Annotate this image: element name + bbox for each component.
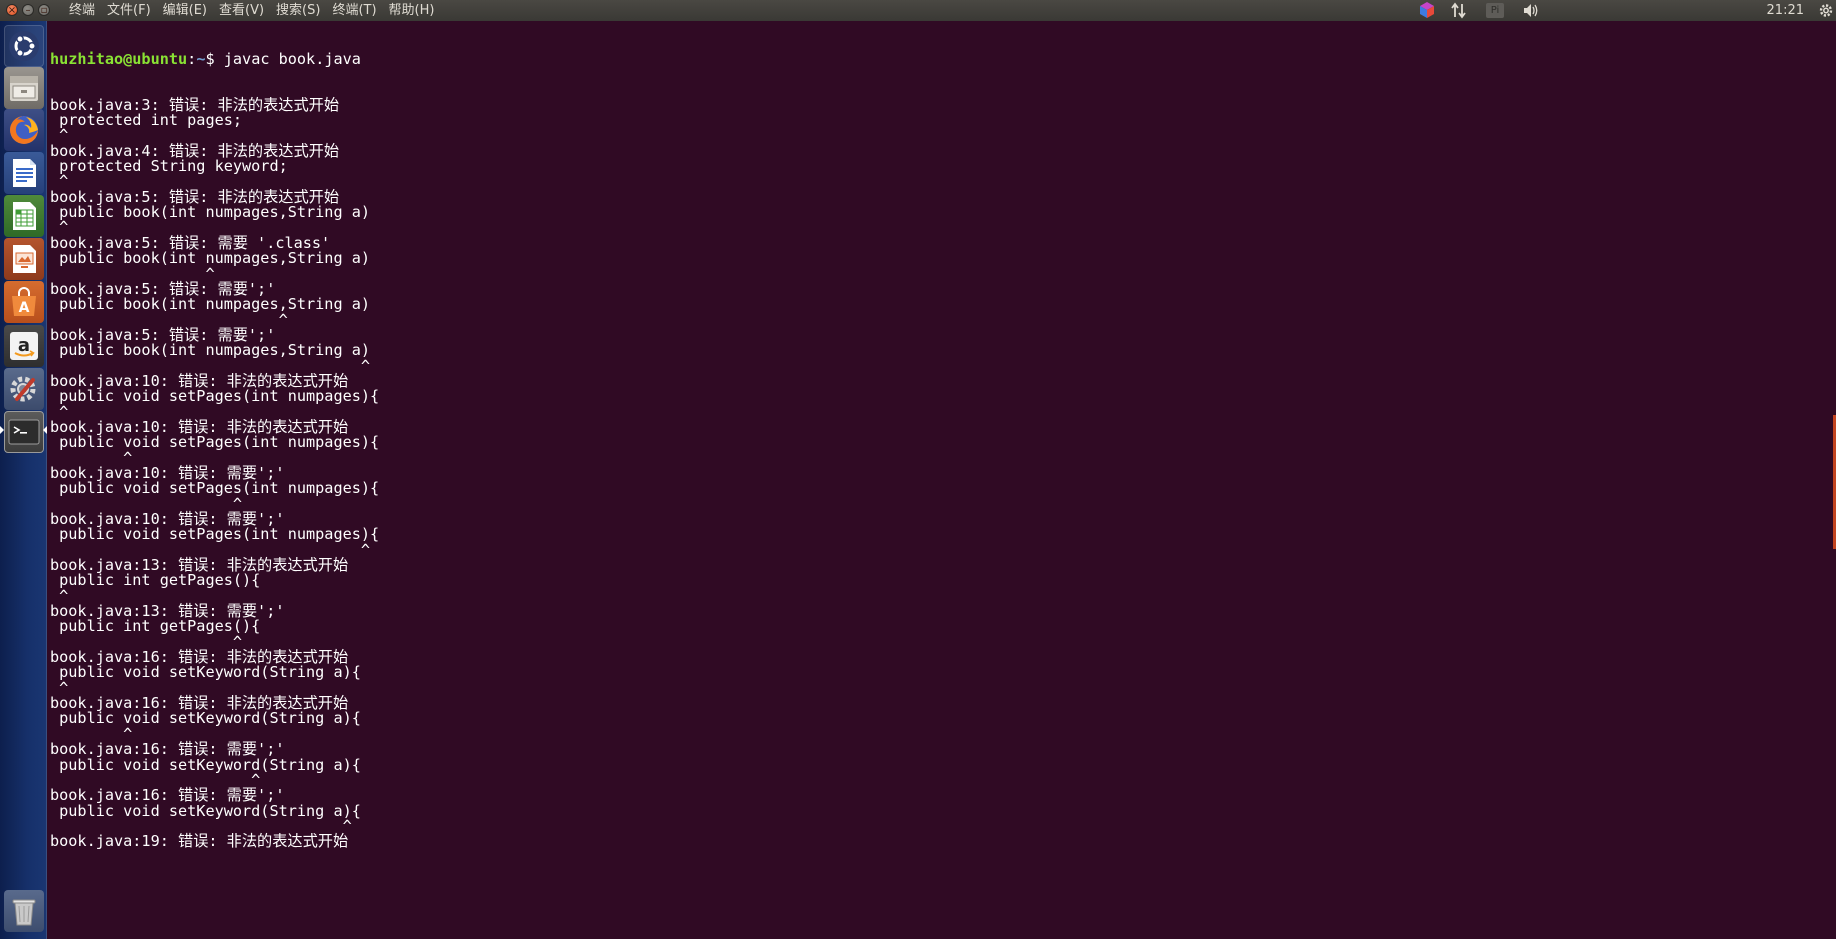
- terminal-output-line: public void setKeyword(String a){: [50, 663, 361, 682]
- prompt-command: javac book.java: [214, 49, 361, 68]
- launcher-item-impress[interactable]: [4, 238, 44, 280]
- maximize-icon: ▫: [40, 5, 48, 16]
- menu-edit[interactable]: 编辑(E): [157, 0, 213, 21]
- firefox-icon: [10, 116, 38, 144]
- menu-file[interactable]: 文件(F): [101, 0, 157, 21]
- launcher-item-dash[interactable]: [4, 25, 44, 67]
- amazon-icon: a: [10, 332, 38, 360]
- launcher-item-terminal[interactable]: [4, 411, 44, 453]
- menu-terminal[interactable]: 终端(T): [326, 0, 382, 21]
- indicator-cube-icon[interactable]: [1418, 0, 1436, 21]
- prompt-separator: :: [187, 49, 197, 68]
- launcher: A a: [0, 21, 47, 939]
- input-method-icon[interactable]: Pi: [1486, 0, 1504, 21]
- prompt-line: huzhitao@ubuntu:~$ javac book.java: [50, 49, 379, 68]
- focused-app-indicator-icon: [43, 426, 47, 434]
- active-app-indicator-icon: [0, 426, 4, 434]
- system-settings-icon: [10, 376, 36, 402]
- writer-icon: [13, 159, 36, 187]
- maximize-window-button[interactable]: ▫: [38, 4, 50, 16]
- ubuntu-dash-icon: [9, 31, 39, 61]
- close-window-button[interactable]: ×: [6, 4, 18, 16]
- launcher-item-writer[interactable]: [4, 152, 44, 194]
- terminal-output-line: book.java:19: 错误: 非法的表达式开始: [50, 832, 349, 851]
- launcher-item-software-center[interactable]: A: [4, 281, 44, 323]
- terminal-output-line: public int getPages(){: [50, 571, 261, 590]
- launcher-item-firefox[interactable]: [4, 109, 44, 151]
- trash-icon: [12, 899, 36, 926]
- network-arrows-icon[interactable]: [1450, 0, 1468, 21]
- software-center-icon: A: [12, 287, 36, 316]
- menu-view[interactable]: 查看(V): [213, 0, 270, 21]
- impress-icon: [13, 245, 36, 273]
- launcher-item-trash[interactable]: [4, 890, 44, 932]
- launcher-item-calc[interactable]: [4, 195, 44, 237]
- terminal-output: huzhitao@ubuntu:~$ javac book.java book.…: [50, 21, 379, 850]
- svg-text:A: A: [19, 300, 30, 316]
- menu-search[interactable]: 搜索(S): [270, 0, 326, 21]
- volume-icon[interactable]: [1522, 0, 1540, 21]
- terminal-output-line: public void setPages(int numpages){: [50, 387, 380, 406]
- settings-gear-icon[interactable]: [1818, 0, 1834, 21]
- input-method-label: Pi: [1486, 3, 1504, 18]
- prompt-symbol: $: [205, 49, 215, 68]
- top-panel: × – ▫ 终端 文件(F) 编辑(E) 查看(V) 搜索(S) 终端(T) 帮…: [0, 0, 1836, 21]
- terminal-output-line: public book(int numpages,String a): [50, 203, 371, 222]
- menu-help[interactable]: 帮助(H): [383, 0, 441, 21]
- prompt-user-host: huzhitao@ubuntu: [50, 49, 188, 68]
- menu-bar: 终端 文件(F) 编辑(E) 查看(V) 搜索(S) 终端(T) 帮助(H): [63, 0, 440, 21]
- svg-text:a: a: [18, 335, 30, 356]
- launcher-item-amazon[interactable]: a: [4, 325, 44, 367]
- minimize-icon: –: [25, 5, 31, 16]
- clock[interactable]: 21:21: [1544, 0, 1824, 21]
- close-icon: ×: [7, 5, 17, 16]
- files-icon: [10, 76, 38, 101]
- menu-app-terminal[interactable]: 终端: [63, 0, 101, 21]
- minimize-window-button[interactable]: –: [22, 4, 34, 16]
- launcher-item-files[interactable]: [4, 67, 44, 109]
- terminal-output-line: protected String keyword;: [50, 157, 288, 176]
- launcher-item-system-settings[interactable]: [4, 368, 44, 410]
- terminal-view[interactable]: huzhitao@ubuntu:~$ javac book.java book.…: [49, 21, 1836, 939]
- calc-icon: [13, 202, 36, 230]
- terminal-output-line: protected int pages;: [50, 111, 243, 130]
- terminal-icon: [8, 419, 40, 445]
